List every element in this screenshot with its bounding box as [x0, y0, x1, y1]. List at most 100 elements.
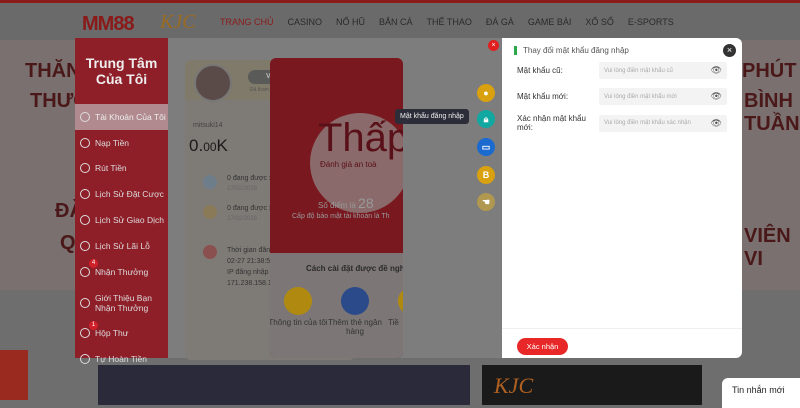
nav-xo-so[interactable]: XỔ SỐ [585, 17, 614, 27]
sidebar-icon [80, 354, 90, 365]
option-user-info[interactable]: Thông tin của tôi [270, 318, 328, 327]
shield-icon [203, 245, 217, 259]
nav-ban-ca[interactable]: BẮN CÁ [379, 17, 413, 27]
sidebar-item-label: Tài Khoản Của Tôi [95, 111, 166, 122]
sidebar-item-label: Rút Tiền [95, 163, 127, 174]
score-label: Số điểm là [318, 201, 356, 210]
bank-icon[interactable]: ▭ [477, 138, 495, 156]
password-input[interactable]: Vui lòng điền mật khẩu cũ 👁︎ [599, 62, 727, 79]
bank-card-icon[interactable] [341, 287, 369, 315]
balance: 0.00K [189, 136, 228, 156]
sidebar-icon [80, 215, 90, 226]
sidebar-item-label: Lịch Sử Giao Dịch [95, 215, 164, 226]
notification-badge: 4 [89, 258, 98, 268]
withdraw-icon [203, 205, 217, 219]
logo[interactable]: MM88 [82, 13, 135, 36]
option-add-bank[interactable]: Thêm thẻ ngân hàng [325, 318, 385, 336]
close-icon[interactable]: × [723, 44, 736, 57]
field-label: Mật khẩu cũ: [517, 66, 563, 75]
nav-da-ga[interactable]: ĐÁ GÀ [486, 17, 514, 27]
field-label: Xác nhận mật khẩu mới: [517, 114, 586, 132]
top-nav: MM88 KJC TRANG CHỦ CASINO NỔ HŨ BẮN CÁ T… [0, 0, 800, 40]
sidebar-item[interactable]: Rút Tiền [75, 156, 168, 182]
password-input[interactable]: Vui lòng điền mật khẩu mới 👁︎ [599, 88, 727, 105]
balance-unit: K [216, 136, 228, 155]
field-label: Mật khẩu mới: [517, 92, 569, 101]
option-3[interactable]: Tiề [388, 318, 403, 327]
placeholder: Vui lòng điền mật khẩu xác nhận [604, 120, 691, 126]
partner-logo: KJC [160, 11, 196, 33]
bitcoin-icon[interactable]: B [477, 166, 495, 184]
sidebar-item-label: Tự Hoàn Tiền [95, 354, 147, 365]
sidebar-icon [80, 266, 90, 277]
placeholder: Vui lòng điền mật khẩu mới [604, 93, 677, 100]
chat-widget[interactable]: Tin nhắn mới [722, 378, 800, 408]
tooltip: Mật khẩu đăng nhập [395, 109, 469, 124]
balance-dec: 00 [203, 140, 217, 154]
lock-icon[interactable]: 🔒︎ [477, 110, 495, 128]
deposit-icon [203, 175, 217, 189]
sidebar-item[interactable]: Nhận Thưởng 4 [75, 258, 168, 285]
nav-home[interactable]: TRANG CHỦ [220, 17, 274, 27]
sidebar-icon [80, 137, 90, 148]
placeholder: Vui lòng điền mật khẩu cũ [604, 67, 673, 74]
sidebar-item[interactable]: Lịch Sử Đặt Cược [75, 181, 168, 207]
sidebar-icon [80, 328, 90, 339]
suggest-heading: Cách cài đặt được đề ngh [306, 264, 403, 273]
eye-off-icon[interactable]: 👁︎ [711, 65, 722, 76]
security-card: Thấp Đánh giá an toà Số điểm là 28 Cấp đ… [270, 58, 403, 358]
submit-button[interactable]: Xác nhận [517, 338, 568, 355]
sidebar-item-label: Lịch Sử Đặt Cược [95, 189, 164, 200]
user-info-icon[interactable] [284, 287, 312, 315]
nav-esports[interactable]: E-SPORTS [628, 17, 674, 27]
username: mitsuki14 [193, 122, 223, 129]
sidebar-title: Trung Tâm Của Tôi [85, 55, 158, 87]
close-icon[interactable]: × [488, 40, 499, 51]
sidebar-item-label: Hộp Thư [95, 328, 129, 339]
kjc-logo: KJC [494, 373, 534, 398]
sidebar-item[interactable]: Hộp Thư 1 [75, 320, 168, 347]
sidebar-item-label: Nạp Tiền [95, 137, 130, 148]
sidebar-icon [80, 163, 90, 174]
sidebar-item[interactable]: Tài Khoản Của Tôi [75, 104, 168, 130]
sidebar-item-label: Giới Thiệu Bạn Nhận Thưởng [95, 292, 152, 313]
user-icon[interactable]: ● [477, 84, 495, 102]
sidebar-icon [80, 297, 90, 308]
password-field-row: Mật khẩu mới: Vui lòng điền mật khẩu mới 👁… [517, 88, 727, 105]
security-eval: Đánh giá an toà [320, 160, 377, 169]
password-field-row: Mật khẩu cũ: Vui lòng điền mật khẩu cũ 👁︎ [517, 62, 727, 79]
password-input[interactable]: Vui lòng điền mật khẩu xác nhận 👁︎ [599, 114, 727, 132]
nav-casino[interactable]: CASINO [288, 17, 323, 27]
notification-badge: 1 [89, 320, 98, 330]
banner-text: BÌNH TUẦN [744, 90, 800, 135]
security-level-text: Cấp độ bảo mật tài khoản là Th [292, 213, 390, 220]
eye-off-icon[interactable]: 👁︎ [711, 118, 722, 129]
sidebar-item-label: Lịch Sử Lãi Lỗ [95, 240, 150, 251]
balance-int: 0. [189, 136, 204, 155]
avatar[interactable] [194, 64, 232, 102]
nav-no-hu[interactable]: NỔ HŨ [336, 17, 365, 27]
eye-off-icon[interactable]: 👁︎ [711, 91, 722, 102]
sidebar-item[interactable]: Lịch Sử Giao Dịch [75, 207, 168, 233]
sidebar-item[interactable]: Tự Hoàn Tiền [75, 346, 168, 372]
sidebar-item-label: Nhận Thưởng [95, 266, 149, 277]
password-field-row: Xác nhận mật khẩu mới: Vui lòng điền mật … [517, 114, 727, 132]
sidebar: Trung Tâm Của Tôi Tài Khoản Của Tôi Nạp T… [75, 38, 168, 365]
sidebar-item[interactable]: Giới Thiệu Bạn Nhận Thưởng [75, 285, 168, 321]
nav-game-bai[interactable]: GAME BÀI [528, 17, 572, 27]
sidebar-icon [80, 111, 90, 122]
wallet-icon[interactable]: ☚ [477, 193, 495, 211]
sidebar-item[interactable]: Lịch Sử Lãi Lỗ [75, 233, 168, 259]
user-center-modal: Trung Tâm Của Tôi Tài Khoản Của Tôi Nạp T… [75, 38, 502, 365]
banner-text: PHÚT [742, 60, 797, 82]
nav-the-thao[interactable]: THỂ THAO [427, 17, 472, 27]
banner-text: VIÊN VI [744, 225, 791, 270]
security-level: Thấp [318, 116, 403, 160]
change-password-panel: Thay đổi mật khẩu đăng nhập × Mật khẩu c… [502, 38, 742, 358]
sidebar-icon [80, 240, 90, 251]
gift-widget[interactable] [0, 350, 28, 400]
sidebar-item[interactable]: Nạp Tiền [75, 130, 168, 156]
panel-title: Thay đổi mật khẩu đăng nhập [514, 46, 629, 55]
kjc-banner[interactable]: KJC [482, 365, 702, 405]
sidebar-icon [80, 189, 90, 200]
